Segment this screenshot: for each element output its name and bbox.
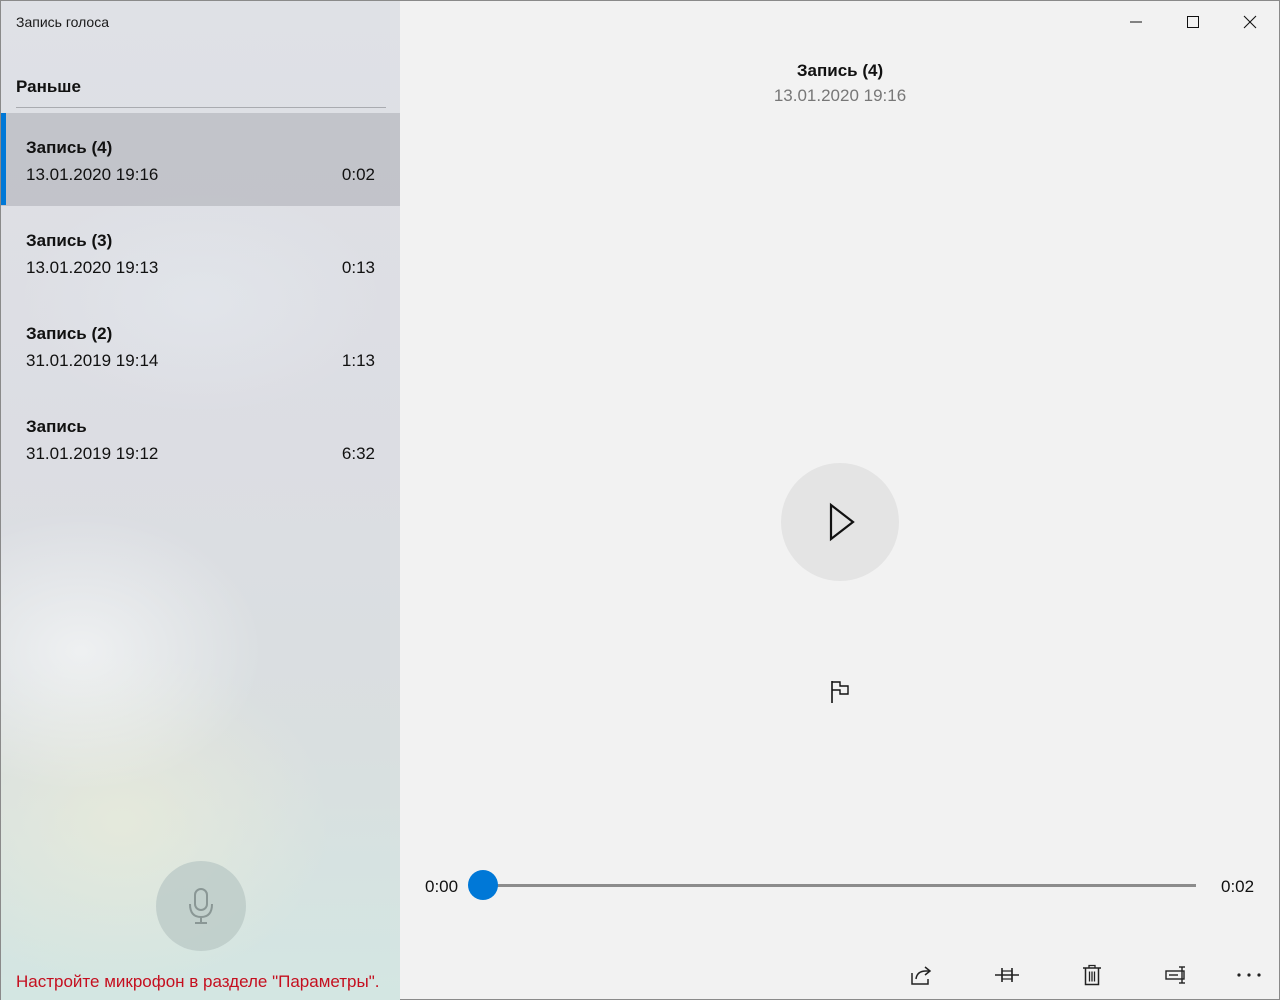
recording-name: Запись xyxy=(26,417,87,436)
recording-date: 13.01.2020 19:13 xyxy=(26,258,159,277)
trim-button[interactable] xyxy=(987,959,1027,991)
recording-date: 13.01.2020 19:16 xyxy=(26,165,159,184)
record-button[interactable] xyxy=(156,861,246,951)
flag-icon xyxy=(831,681,849,703)
add-marker-button[interactable] xyxy=(825,677,855,707)
recording-timestamp: 13.01.2020 19:16 xyxy=(773,86,907,105)
seek-track[interactable] xyxy=(483,884,1196,887)
microphone-settings-hint[interactable]: Настройте микрофон в разделе "Параметры"… xyxy=(16,972,380,992)
recording-item[interactable]: Запись (4) 13.01.2020 19:16 0:02 xyxy=(1,113,400,206)
play-icon xyxy=(829,502,855,542)
recording-name: Запись (2) xyxy=(26,324,113,343)
close-button[interactable] xyxy=(1221,1,1278,43)
share-icon xyxy=(911,966,932,985)
share-button[interactable] xyxy=(901,959,941,991)
minimize-icon xyxy=(1129,21,1142,23)
close-icon xyxy=(1243,15,1256,29)
rename-button[interactable] xyxy=(1157,959,1197,991)
recording-date: 31.01.2019 19:12 xyxy=(26,444,159,463)
delete-icon xyxy=(1083,964,1101,986)
recording-duration: 6:32 xyxy=(341,444,375,463)
recording-duration: 1:13 xyxy=(341,351,375,370)
play-button[interactable] xyxy=(781,463,899,581)
selection-indicator xyxy=(1,113,6,205)
more-options-button[interactable] xyxy=(1229,959,1269,991)
recording-title: Запись (4) xyxy=(796,61,884,80)
recording-item[interactable]: Запись (2) 31.01.2019 19:14 1:13 xyxy=(1,299,400,392)
rename-icon xyxy=(1165,966,1185,984)
total-time: 0:02 xyxy=(1221,877,1255,896)
recordings-pane: Запись голоса Раньше Запись (4) 13.01.20… xyxy=(1,1,400,1000)
recording-name: Запись (4) xyxy=(26,138,113,157)
microphone-icon xyxy=(189,888,213,924)
recording-item[interactable]: Запись 31.01.2019 19:12 6:32 xyxy=(1,392,400,485)
current-time: 0:00 xyxy=(425,877,459,896)
trim-icon xyxy=(995,968,1019,982)
maximize-button[interactable] xyxy=(1164,1,1221,43)
recording-duration: 0:02 xyxy=(341,165,375,184)
recording-name: Запись (3) xyxy=(26,231,113,250)
maximize-icon xyxy=(1186,16,1199,28)
app-title: Запись голоса xyxy=(16,14,110,30)
voice-recorder-window: Запись голоса Раньше Запись (4) 13.01.20… xyxy=(0,0,1280,1000)
minimize-button[interactable] xyxy=(1107,1,1164,43)
seek-thumb[interactable] xyxy=(468,870,498,900)
recording-duration: 0:13 xyxy=(341,258,375,277)
section-divider xyxy=(16,107,386,108)
recordings-list: Запись (4) 13.01.2020 19:16 0:02 Запись … xyxy=(1,113,400,485)
delete-button[interactable] xyxy=(1072,959,1112,991)
recording-item[interactable]: Запись (3) 13.01.2020 19:13 0:13 xyxy=(1,206,400,299)
section-header: Раньше xyxy=(16,77,81,96)
more-icon xyxy=(1237,973,1261,977)
recording-date: 31.01.2019 19:14 xyxy=(26,351,159,370)
